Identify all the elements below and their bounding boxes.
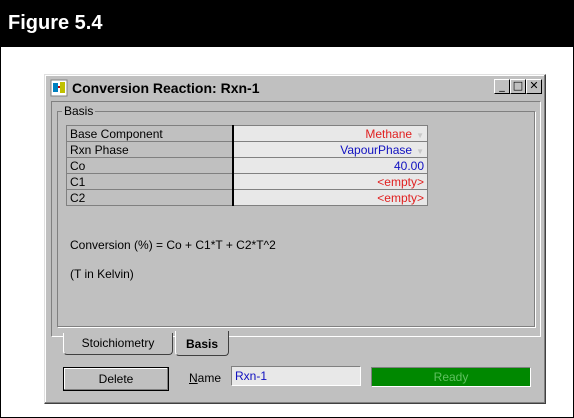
basis-row-label: Base Component: [66, 125, 234, 142]
figure-header: Figure 5.4: [0, 0, 574, 47]
reactor-app-icon: [50, 79, 68, 97]
basis-value-text: VapourPhase: [340, 142, 413, 157]
window-title: Conversion Reaction: Rxn-1: [72, 80, 260, 96]
basis-value-text: Methane: [365, 126, 413, 141]
basis-row-value[interactable]: Methane ▼: [232, 125, 428, 142]
basis-row-value[interactable]: 40.00: [232, 157, 428, 174]
basis-row-value[interactable]: <empty>: [232, 173, 428, 190]
chevron-down-icon[interactable]: ▼: [416, 131, 424, 140]
basis-row: Base Component Methane ▼: [66, 125, 428, 142]
tab-strip: Stoichiometry Basis: [51, 331, 539, 357]
basis-row-value[interactable]: VapourPhase ▼: [232, 141, 428, 158]
basis-row-value[interactable]: <empty>: [232, 189, 428, 206]
basis-page: Basis Base Component Methane ▼ Rxn Phase Vap…: [51, 101, 541, 337]
basis-row: C1 <empty>: [66, 173, 428, 190]
delete-button[interactable]: Delete: [63, 367, 169, 391]
basis-group-label: Basis: [62, 104, 96, 118]
basis-row-label: C2: [66, 189, 234, 206]
status-indicator: Ready: [371, 367, 531, 387]
basis-row-label: Co: [66, 157, 234, 174]
name-input[interactable]: Rxn-1: [231, 366, 361, 386]
basis-value-text: <empty>: [377, 174, 424, 189]
basis-row: C2 <empty>: [66, 189, 428, 206]
name-label: Name: [189, 371, 222, 385]
tab-stoichiometry[interactable]: Stoichiometry: [63, 333, 173, 355]
basis-row-label: Rxn Phase: [66, 141, 234, 158]
basis-row-label: C1: [66, 173, 234, 190]
basis-row: Co 40.00: [66, 157, 428, 174]
basis-value-text: <empty>: [377, 190, 424, 205]
tab-basis[interactable]: Basis: [175, 331, 229, 356]
basis-grid: Base Component Methane ▼ Rxn Phase VapourPha…: [66, 125, 428, 206]
figure-title: Figure 5.4: [8, 12, 103, 34]
basis-value-text: 40.00: [393, 158, 424, 173]
window-titlebar[interactable]: Conversion Reaction: Rxn-1 _ □ ✕: [48, 78, 542, 98]
minimize-button[interactable]: _: [494, 79, 510, 94]
conversion-formula: Conversion (%) = Co + C1*T + C2*T^2: [70, 238, 276, 252]
close-button[interactable]: ✕: [526, 79, 542, 94]
temperature-units-note: (T in Kelvin): [70, 267, 134, 281]
maximize-button[interactable]: □: [510, 79, 526, 94]
reaction-window: Conversion Reaction: Rxn-1 _ □ ✕ Basis B…: [44, 74, 546, 404]
basis-row: Rxn Phase VapourPhase ▼: [66, 141, 428, 158]
chevron-down-icon[interactable]: ▼: [416, 147, 424, 156]
